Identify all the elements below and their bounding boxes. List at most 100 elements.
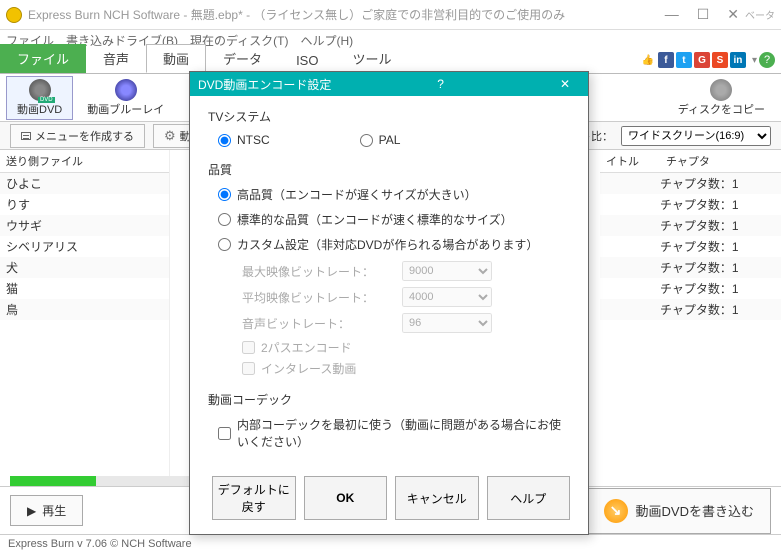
radio-input[interactable] [218, 238, 231, 251]
dialog-close-icon[interactable]: ✕ [550, 77, 580, 91]
button-label: メニューを作成する [35, 128, 134, 144]
bluray-disc-icon [115, 79, 137, 101]
close-icon[interactable]: ✕ [727, 6, 739, 23]
default-button[interactable]: デフォルトに戻す [212, 476, 296, 520]
avg-bitrate-select: 4000 [402, 287, 492, 307]
tab-tool[interactable]: ツール [335, 44, 408, 73]
dialog-help-icon[interactable]: ? [427, 77, 454, 91]
chapter-cell[interactable]: チャプタ数：1 [600, 194, 781, 215]
dialog-titlebar: DVD動画エンコード設定 ? ✕ [190, 72, 588, 96]
radio-label: カスタム設定（非対応DVDが作られる場合があります） [237, 236, 538, 253]
list-item[interactable]: 犬 [0, 257, 169, 278]
dvd-disc-icon [29, 79, 51, 101]
internal-codec-checkbox[interactable]: 内部コーデックを最初に使う（動画に問題がある場合にお使いください） [208, 416, 570, 450]
tab-file[interactable]: ファイル [0, 44, 86, 73]
button-label: 動画DVDを書き込む [636, 501, 754, 520]
ok-button[interactable]: OK [304, 476, 388, 520]
checkbox-label: 2パスエンコード [261, 339, 352, 356]
codec-section: 動画コーデック 内部コーデックを最初に使う（動画に問題がある場合にお使いください… [208, 391, 570, 450]
toolbar-video-dvd[interactable]: 動画DVD [6, 76, 73, 120]
copy-disc-icon [710, 79, 732, 101]
linkedin-icon[interactable]: in [730, 52, 746, 68]
tab-data[interactable]: データ [206, 44, 279, 73]
facebook-icon[interactable]: f [658, 52, 674, 68]
column-header-chapter: チャプタ [660, 150, 781, 173]
help-button[interactable]: ヘルプ [487, 476, 571, 520]
button-label: 再生 [42, 502, 66, 519]
window-controls: — ☐ ✕ [665, 6, 739, 23]
twitter-icon[interactable]: t [676, 52, 692, 68]
stumble-icon[interactable]: S [712, 52, 728, 68]
toolbar-label: ディスクをコピー [678, 101, 765, 117]
radio-custom[interactable]: カスタム設定（非対応DVDが作られる場合があります） [218, 236, 570, 253]
radio-input[interactable] [218, 134, 231, 147]
radio-label: 標準的な品質（エンコードが速く標準的なサイズ） [237, 211, 513, 228]
tab-iso[interactable]: ISO [279, 48, 335, 73]
avg-bitrate-row: 平均映像ビットレート： 4000 [218, 287, 570, 307]
quality-label: 品質 [208, 161, 570, 178]
checkbox-input [242, 362, 255, 375]
radio-standard[interactable]: 標準的な品質（エンコードが速く標準的なサイズ） [218, 211, 570, 228]
dialog-buttons: デフォルトに戻す OK キャンセル ヘルプ [190, 466, 588, 534]
radio-input[interactable] [218, 213, 231, 226]
radio-ntsc[interactable]: NTSC [218, 133, 270, 147]
max-bitrate-select: 9000 [402, 261, 492, 281]
chapter-cell[interactable]: チャプタ数：1 [600, 236, 781, 257]
column-header-source: 送り側ファイル [0, 150, 169, 173]
maximize-icon[interactable]: ☐ [697, 6, 710, 23]
list-item[interactable]: 猫 [0, 278, 169, 299]
checkbox-label: 内部コーデックを最初に使う（動画に問題がある場合にお使いください） [237, 416, 570, 450]
tv-system-label: TVシステム [208, 108, 570, 125]
tab-audio[interactable]: 音声 [86, 44, 146, 73]
radio-input[interactable] [218, 188, 231, 201]
source-file-column: 送り側ファイル ひよこ りす ウサギ シベリアリス 犬 猫 鳥 [0, 150, 170, 500]
social-bar: 👍 f t G S in ▾ ? [640, 52, 775, 68]
list-item[interactable]: シベリアリス [0, 236, 169, 257]
list-item[interactable]: りす [0, 194, 169, 215]
radio-hq[interactable]: 高品質（エンコードが遅くサイズが大きい） [218, 186, 570, 203]
radio-label: PAL [379, 133, 401, 147]
cancel-button[interactable]: キャンセル [395, 476, 479, 520]
bitrate-label: 平均映像ビットレート： [242, 289, 402, 306]
list-item[interactable]: 鳥 [0, 299, 169, 320]
column-header-title: イトル [600, 150, 660, 173]
play-button[interactable]: ▶ 再生 [10, 495, 83, 526]
radio-pal[interactable]: PAL [360, 133, 401, 147]
googleplus-icon[interactable]: G [694, 52, 710, 68]
toolbar-copy-disc[interactable]: ディスクをコピー [668, 77, 775, 119]
toolbar-label: 動画DVD [17, 101, 62, 117]
dialog-title: DVD動画エンコード設定 [198, 76, 331, 93]
radio-input[interactable] [360, 134, 373, 147]
list-item[interactable]: ウサギ [0, 215, 169, 236]
tab-video[interactable]: 動画 [146, 44, 206, 73]
chapter-cell[interactable]: チャプタ数：1 [600, 215, 781, 236]
chapter-cell[interactable]: チャプタ数：1 [600, 257, 781, 278]
list-icon [21, 132, 31, 140]
bitrate-label: 最大映像ビットレート： [242, 263, 402, 280]
toolbar-video-bluray[interactable]: 動画ブルーレイ [77, 77, 174, 119]
chevron-down-icon[interactable]: ▾ [752, 55, 757, 66]
beta-label: ベータ [745, 7, 775, 22]
two-pass-checkbox: 2パスエンコード [218, 339, 570, 356]
checkbox-input[interactable] [218, 427, 231, 440]
gear-icon: ⚙ [164, 128, 176, 144]
audio-bitrate-row: 音声ビットレート： 96 [218, 313, 570, 333]
chapter-cell[interactable]: チャプタ数：1 [600, 278, 781, 299]
make-menu-button[interactable]: メニューを作成する [10, 124, 145, 148]
progress-fill [10, 476, 96, 486]
burn-icon [604, 499, 628, 523]
like-icon[interactable]: 👍 [640, 52, 656, 68]
chapter-cell[interactable]: チャプタ数：1 [600, 299, 781, 320]
max-bitrate-row: 最大映像ビットレート： 9000 [218, 261, 570, 281]
list-item[interactable]: ひよこ [0, 173, 169, 194]
titlebar: Express Burn NCH Software - 無題.ebp* - （ラ… [0, 0, 781, 30]
version-text: Express Burn v 7.06 © NCH Software [8, 538, 192, 550]
burn-button[interactable]: 動画DVDを書き込む [587, 488, 771, 534]
play-icon: ▶ [27, 504, 36, 518]
aspect-select[interactable]: ワイドスクリーン(16:9) [621, 126, 771, 146]
dialog-body: TVシステム NTSC PAL 品質 高品質（エンコードが遅くサイズが大きい） … [190, 96, 588, 466]
minimize-icon[interactable]: — [665, 6, 679, 23]
app-icon [6, 7, 22, 23]
help-icon[interactable]: ? [759, 52, 775, 68]
chapter-cell[interactable]: チャプタ数：1 [600, 173, 781, 194]
